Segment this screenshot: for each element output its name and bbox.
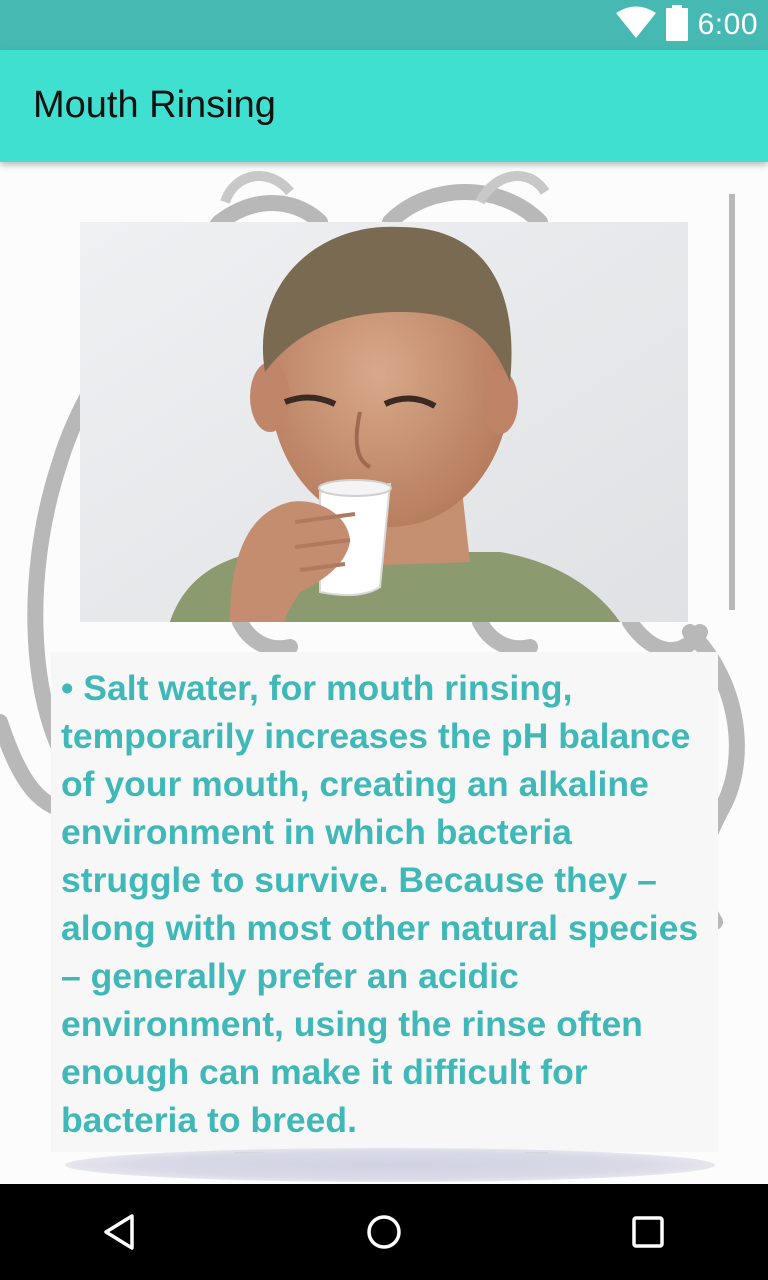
back-icon bbox=[104, 1214, 134, 1250]
page-title: Mouth Rinsing bbox=[33, 84, 276, 126]
wifi-icon bbox=[615, 6, 656, 45]
status-bar: 6:00 bbox=[0, 0, 768, 50]
status-icons: 6:00 bbox=[615, 0, 758, 50]
battery-icon bbox=[665, 4, 688, 46]
boy-drinking-image bbox=[80, 222, 688, 622]
back-button[interactable] bbox=[72, 1184, 168, 1280]
status-time: 6:00 bbox=[697, 8, 758, 41]
card-shadow bbox=[65, 1148, 715, 1182]
content-photo bbox=[80, 222, 688, 622]
info-card: • Salt water, for mouth rinsing, tempora… bbox=[51, 652, 718, 1152]
home-icon bbox=[367, 1215, 401, 1249]
recents-button[interactable] bbox=[600, 1184, 696, 1280]
home-button[interactable] bbox=[336, 1184, 432, 1280]
scrollbar[interactable] bbox=[729, 194, 735, 610]
navigation-bar bbox=[0, 1184, 768, 1280]
app-bar: Mouth Rinsing bbox=[0, 50, 768, 162]
content-area[interactable]: • Salt water, for mouth rinsing, tempora… bbox=[0, 162, 768, 1184]
recents-icon bbox=[632, 1216, 664, 1248]
info-text: • Salt water, for mouth rinsing, tempora… bbox=[61, 668, 699, 1140]
